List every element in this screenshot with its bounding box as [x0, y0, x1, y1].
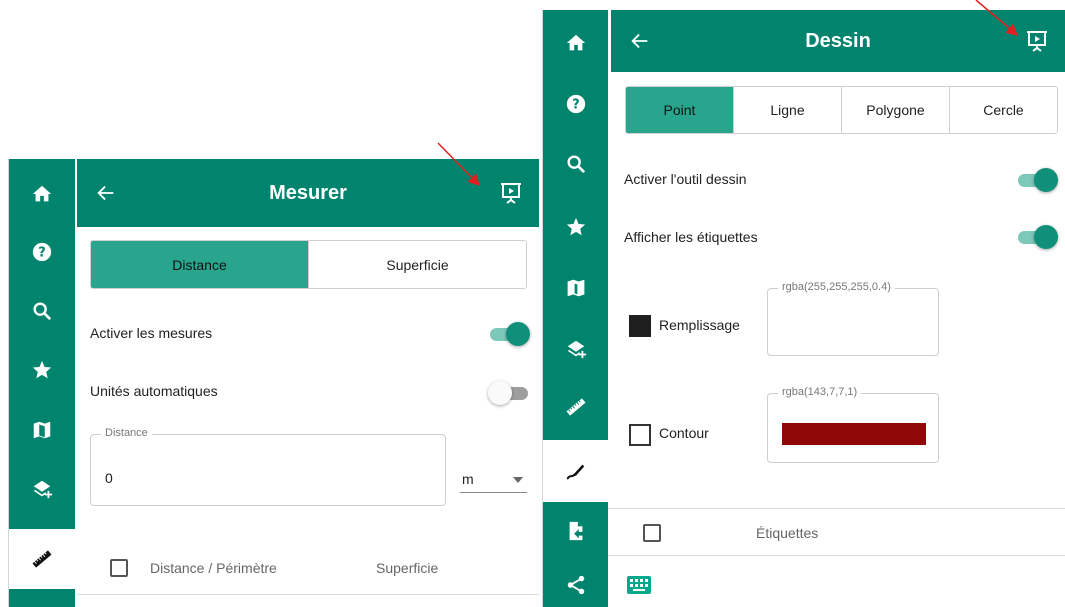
- home-icon: [32, 185, 52, 202]
- file-export-icon: [569, 521, 582, 541]
- sidebar-rail: ?: [543, 10, 608, 607]
- tab-polygone[interactable]: Polygone: [842, 87, 950, 133]
- keyboard-icon[interactable]: [627, 576, 651, 594]
- sidebar-rail: ?: [9, 159, 75, 607]
- fill-color-legend: rgba(255,255,255,0.4): [778, 281, 895, 293]
- back-arrow-icon[interactable]: [629, 30, 651, 52]
- sidebar-item-help[interactable]: ?: [9, 227, 75, 277]
- auto-units-toggle[interactable]: [488, 381, 530, 405]
- col-header-superficie: Superficie: [376, 560, 439, 576]
- sidebar-item-map[interactable]: [9, 405, 75, 455]
- sidebar-item-favorites[interactable]: [543, 202, 608, 252]
- tab-ligne[interactable]: Ligne: [734, 87, 842, 133]
- sidebar-item-draw[interactable]: [543, 440, 608, 502]
- panel-header: Dessin: [611, 10, 1065, 72]
- chevron-down-icon: [513, 477, 523, 483]
- draw-icon: [566, 464, 584, 480]
- distance-field-legend: Distance: [101, 427, 152, 439]
- labels-divider-top: [608, 508, 1065, 509]
- layers-add-icon: [567, 340, 586, 359]
- contour-color-swatch[interactable]: [629, 424, 651, 446]
- fill-color-swatch[interactable]: [629, 315, 651, 337]
- select-all-checkbox[interactable]: [110, 559, 128, 577]
- search-icon: [566, 155, 585, 173]
- star-icon: [32, 360, 52, 379]
- ruler-icon: [32, 550, 52, 568]
- tab-point[interactable]: Point: [626, 87, 734, 133]
- labels-column-header: Étiquettes: [756, 525, 819, 541]
- help-icon: ?: [566, 94, 585, 114]
- sidebar-item-map[interactable]: [543, 263, 608, 313]
- show-labels-toggle[interactable]: [1016, 225, 1058, 249]
- tab-superficie[interactable]: Superficie: [309, 241, 526, 288]
- page-title: Dessin: [805, 29, 871, 52]
- measure-mode-tabs: Distance Superficie: [90, 240, 527, 289]
- map-icon: [33, 421, 51, 439]
- sidebar-item-measure[interactable]: [9, 529, 75, 589]
- sidebar-item-favorites[interactable]: [9, 345, 75, 395]
- map-icon: [567, 279, 584, 297]
- contour-color-preview: [782, 423, 926, 445]
- sidebar-item-export[interactable]: [543, 506, 608, 556]
- enable-measures-toggle[interactable]: [488, 322, 530, 346]
- svg-text:?: ?: [38, 246, 45, 261]
- back-arrow-icon[interactable]: [95, 182, 117, 204]
- search-icon: [33, 302, 51, 320]
- layers-add-icon: [33, 480, 53, 499]
- enable-draw-toggle[interactable]: [1016, 168, 1058, 192]
- sidebar-item-home[interactable]: [9, 169, 75, 219]
- panel-header: Mesurer: [77, 159, 539, 227]
- presentation-icon[interactable]: [499, 181, 523, 205]
- distance-field[interactable]: Distance 0: [90, 427, 446, 506]
- enable-draw-label: Activer l'outil dessin: [624, 171, 747, 187]
- page-title: Mesurer: [269, 181, 347, 204]
- svg-text:?: ?: [572, 98, 579, 113]
- draw-mode-tabs: Point Ligne Polygone Cercle: [625, 86, 1058, 134]
- sidebar-item-help[interactable]: ?: [543, 79, 608, 129]
- contour-color-field[interactable]: rgba(143,7,7,1): [767, 386, 939, 463]
- labels-select-checkbox[interactable]: [643, 524, 661, 542]
- tab-distance[interactable]: Distance: [91, 241, 309, 288]
- unit-select[interactable]: m: [460, 459, 527, 493]
- help-icon: ?: [32, 242, 52, 262]
- presentation-icon[interactable]: [1025, 29, 1049, 53]
- sidebar-item-layers[interactable]: [543, 324, 608, 374]
- sidebar-item-search[interactable]: [9, 286, 75, 336]
- sidebar-item-measure[interactable]: [543, 382, 608, 432]
- contour-color-legend: rgba(143,7,7,1): [778, 386, 862, 398]
- fill-color-field[interactable]: rgba(255,255,255,0.4): [767, 281, 939, 356]
- draw-panel: ? Dessin Point Ligne Polygone Cercle Act…: [542, 10, 1065, 607]
- show-labels-label: Afficher les étiquettes: [624, 229, 758, 245]
- unit-select-value: m: [462, 471, 474, 487]
- contour-label: Contour: [659, 425, 709, 441]
- sidebar-item-home[interactable]: [543, 18, 608, 68]
- tab-cercle[interactable]: Cercle: [950, 87, 1057, 133]
- sidebar-item-share[interactable]: [543, 563, 608, 607]
- sidebar-item-layers[interactable]: [9, 464, 75, 514]
- distance-value: 0: [105, 470, 113, 486]
- ruler-icon: [566, 398, 585, 416]
- sidebar-item-search[interactable]: [543, 139, 608, 189]
- share-icon: [567, 575, 584, 595]
- auto-units-label: Unités automatiques: [90, 383, 218, 399]
- table-divider: [77, 594, 539, 595]
- fill-label: Remplissage: [659, 317, 740, 333]
- star-icon: [566, 217, 585, 236]
- measure-panel: ? Mesurer Distance Superficie Activer le…: [8, 159, 539, 607]
- labels-divider-bottom: [608, 555, 1065, 556]
- enable-measures-label: Activer les mesures: [90, 325, 213, 341]
- home-icon: [566, 34, 585, 51]
- col-header-distance: Distance / Périmètre: [150, 560, 277, 576]
